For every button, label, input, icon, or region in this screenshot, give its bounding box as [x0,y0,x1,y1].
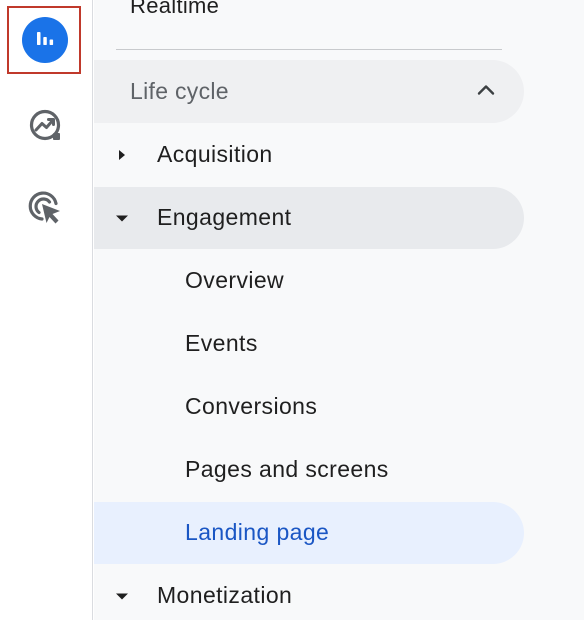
nav-item-label: Conversions [185,393,318,419]
section-title: Life cycle [130,78,229,104]
left-icon-rail [0,0,93,620]
explore-trend-icon [27,107,63,148]
nav-item-acquisition[interactable]: Acquisition [94,124,524,186]
nav-item-label: Pages and screens [185,456,389,482]
nav-item-landing-page[interactable]: Landing page [94,502,524,564]
bar-chart-icon [34,28,56,53]
caret-down-icon [112,206,132,230]
chevron-up-icon[interactable] [474,78,498,102]
advertising-nav-button[interactable] [22,187,68,233]
reports-nav-button[interactable] [22,17,68,63]
nav-item-label: Acquisition [157,141,273,167]
nav-item-conversions[interactable]: Conversions [94,376,524,438]
nav-item-label: Monetization [157,582,293,608]
nav-item-label: Landing page [185,519,330,545]
nav-item-label: Events [185,330,258,356]
caret-down-icon [112,584,132,608]
nav-item-events[interactable]: Events [94,313,524,375]
life-cycle-section-header[interactable]: Life cycle [94,60,524,123]
advertising-cursor-icon [26,189,64,232]
nav-item-monetization[interactable]: Monetization [94,565,524,620]
section-divider [116,49,502,50]
nav-item-label: Overview [185,267,285,293]
nav-item-engagement[interactable]: Engagement [94,187,524,249]
reports-nav-panel: Realtime Life cycle Acquisition Engageme… [94,0,584,620]
caret-right-icon [112,143,132,167]
nav-item-realtime[interactable]: Realtime [130,0,219,19]
nav-item-overview[interactable]: Overview [94,250,524,312]
explore-nav-button[interactable] [22,104,68,150]
nav-item-pages-and-screens[interactable]: Pages and screens [94,439,524,501]
nav-item-label: Engagement [157,204,292,230]
